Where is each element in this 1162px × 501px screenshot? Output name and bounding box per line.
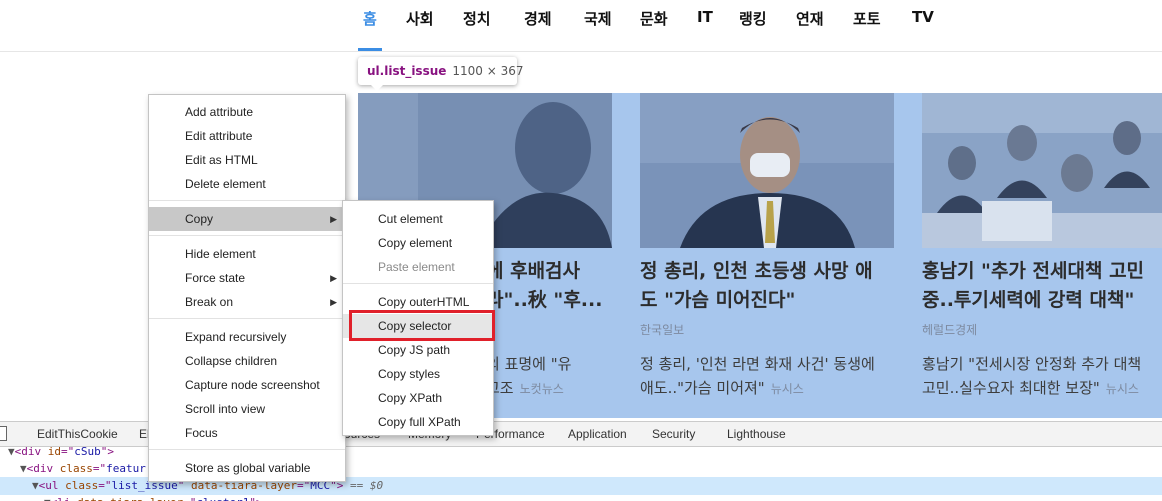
menu-separator <box>149 318 345 319</box>
dom-attr-name: id <box>47 445 61 458</box>
news-card-3-desc: 홍남기 "전세시장 안정화 추가 대책 고민..실수요자 최대한 보장" 뉴시스 <box>922 352 1162 401</box>
tooltip-arrow <box>370 84 384 91</box>
menu-item-paste-element: Paste element <box>378 260 455 274</box>
menu-item-force-state-label: Force state <box>185 271 246 285</box>
news-card-2-desc: 정 총리, '인천 라면 화재 사건' 동생에 애도.."가슴 미어져" 뉴시스 <box>640 352 894 401</box>
menu-item-delete-element[interactable]: Delete element <box>149 172 345 196</box>
expand-triangle-icon[interactable]: ▼ <box>32 479 39 492</box>
news-card-3-source: 헤럴드경제 <box>922 323 978 337</box>
menu-item-capture-node-screenshot[interactable]: Capture node screenshot <box>149 373 345 397</box>
menu-item-copy-full-xpath[interactable]: Copy full XPath <box>343 410 493 434</box>
dom-attr-name: class <box>65 479 99 492</box>
dom-tag: div <box>33 462 54 475</box>
news-card-1-desc-source: 노컷뉴스 <box>519 382 564 396</box>
menu-item-store-as-global-variable[interactable]: Store as global variable <box>149 456 345 480</box>
annotation-highlight-box <box>349 310 495 341</box>
menu-item-cut-element[interactable]: Cut element <box>343 207 493 231</box>
tooltip-selector: ul.list_issue <box>367 64 447 78</box>
dom-tag: div <box>21 445 42 458</box>
menu-separator <box>149 449 345 450</box>
nav-item-photo[interactable]: 포토 <box>853 8 881 29</box>
news-card-2-image[interactable] <box>640 93 894 248</box>
menu-item-copy[interactable]: Copy ▶ <box>149 207 345 231</box>
news-card-3-title[interactable]: 홍남기 "추가 전세대책 고민 중..투기세력에 강력 대책" <box>922 257 1162 315</box>
dom-attr-value: featur <box>106 462 146 475</box>
nav-active-indicator <box>358 48 382 51</box>
menu-item-collapse-children[interactable]: Collapse children <box>149 349 345 373</box>
news-card-2[interactable]: 정 총리, 인천 초등생 사망 애 도 "가슴 미어진다" 한국일보 정 총리,… <box>640 93 894 418</box>
expand-triangle-icon[interactable]: ▼ <box>44 496 51 501</box>
menu-item-edit-as-html[interactable]: Edit as HTML <box>149 148 345 172</box>
nav-item-series[interactable]: 연재 <box>796 8 824 29</box>
news-card-3-desc-source: 뉴시스 <box>1105 382 1139 396</box>
dom-tag: ul <box>45 479 59 492</box>
context-menu: Add attribute Edit attribute Edit as HTM… <box>148 94 346 482</box>
tab-application[interactable]: Application <box>568 427 627 441</box>
device-toolbar-toggle[interactable] <box>0 426 7 441</box>
dom-attr-value: cSub <box>74 445 101 458</box>
news-card-2-title-line2: 도 "가슴 미어진다" <box>640 289 796 311</box>
dom-selected-marker: == $0 <box>349 479 384 492</box>
dom-tag: li <box>57 496 70 501</box>
menu-item-copy-label: Copy <box>185 212 214 226</box>
menu-item-copy-styles[interactable]: Copy styles <box>343 362 493 386</box>
menu-item-scroll-into-view[interactable]: Scroll into view <box>149 397 345 421</box>
news-card-3-desc-line2: 고민..실수요자 최대한 보장" <box>922 379 1100 397</box>
tab-lighthouse[interactable]: Lighthouse <box>727 427 786 441</box>
expand-triangle-icon[interactable]: ▼ <box>20 462 27 475</box>
menu-separator <box>149 235 345 236</box>
inspect-tooltip: ul.list_issue 1100 × 367 <box>358 57 524 85</box>
menu-separator <box>149 200 345 201</box>
news-card-2-title[interactable]: 정 총리, 인천 초등생 사망 애 도 "가슴 미어진다" <box>640 257 894 315</box>
news-card-2-desc-line2: 애도.."가슴 미어져" <box>640 379 765 397</box>
menu-item-break-on-label: Break on <box>185 295 234 309</box>
tab-editthiscookie[interactable]: EditThisCookie <box>37 427 118 441</box>
news-card-3[interactable]: 홍남기 "추가 전세대책 고민 중..투기세력에 강력 대책" 헤럴드경제 홍남… <box>922 93 1162 418</box>
news-card-3-image[interactable] <box>922 93 1162 248</box>
nav-item-culture[interactable]: 문화 <box>640 8 668 29</box>
news-card-2-desc-line1: 정 총리, '인천 라면 화재 사건' 동생에 <box>640 355 875 373</box>
news-card-3-title-line2: 중..투기세력에 강력 대책" <box>922 289 1135 311</box>
news-card-3-desc-line1: 홍남기 "전세시장 안정화 추가 대책 <box>922 355 1142 373</box>
dom-attr-value: cluster1 <box>196 496 249 501</box>
nav-item-tv[interactable]: TV <box>912 8 934 26</box>
expand-triangle-icon[interactable]: ▼ <box>8 445 15 458</box>
menu-item-add-attribute[interactable]: Add attribute <box>149 100 345 124</box>
browser-viewport: 홈 사회 정치 경제 국제 문화 IT 랭킹 연재 포토 TV 에 후배검사 라… <box>0 0 1162 501</box>
news-card-2-desc-source: 뉴시스 <box>770 382 804 396</box>
nav-item-society[interactable]: 사회 <box>406 8 434 29</box>
nav-item-ranking[interactable]: 랭킹 <box>739 8 767 29</box>
nav-item-economy[interactable]: 경제 <box>524 8 552 29</box>
menu-item-expand-recursively[interactable]: Expand recursively <box>149 325 345 349</box>
menu-item-force-state[interactable]: Force state ▶ <box>149 266 345 290</box>
menu-item-edit-attribute[interactable]: Edit attribute <box>149 124 345 148</box>
submenu-arrow-icon: ▶ <box>330 273 337 283</box>
menu-item-break-on[interactable]: Break on ▶ <box>149 290 345 314</box>
menu-item-copy-js-path[interactable]: Copy JS path <box>343 338 493 362</box>
nav-item-it[interactable]: IT <box>697 8 713 26</box>
submenu-arrow-icon: ▶ <box>330 297 337 307</box>
menu-separator <box>343 283 493 284</box>
nav-item-politics[interactable]: 정치 <box>463 8 491 29</box>
news-card-3-title-line1: 홍남기 "추가 전세대책 고민 <box>922 260 1145 282</box>
menu-item-copy-xpath[interactable]: Copy XPath <box>343 386 493 410</box>
news-card-2-title-line1: 정 총리, 인천 초등생 사망 애 <box>640 260 873 282</box>
menu-item-focus[interactable]: Focus <box>149 421 345 445</box>
news-card-2-source: 한국일보 <box>640 323 685 337</box>
tooltip-size: 1100 × 367 <box>452 64 524 78</box>
dom-attr-name: class <box>59 462 93 475</box>
top-nav: 홈 사회 정치 경제 국제 문화 IT 랭킹 연재 포토 TV <box>0 0 1162 52</box>
submenu-arrow-icon: ▶ <box>330 214 337 224</box>
nav-item-international[interactable]: 국제 <box>584 8 612 29</box>
dom-node-li[interactable]: ▼<li data-tiara-layer="cluster1"> <box>0 494 1162 501</box>
menu-item-hide-element[interactable]: Hide element <box>149 242 345 266</box>
dom-attr-name: data-tiara-layer <box>77 496 183 501</box>
tab-security[interactable]: Security <box>652 427 695 441</box>
menu-item-copy-element[interactable]: Copy element <box>343 231 493 255</box>
nav-item-home[interactable]: 홈 <box>363 8 377 29</box>
